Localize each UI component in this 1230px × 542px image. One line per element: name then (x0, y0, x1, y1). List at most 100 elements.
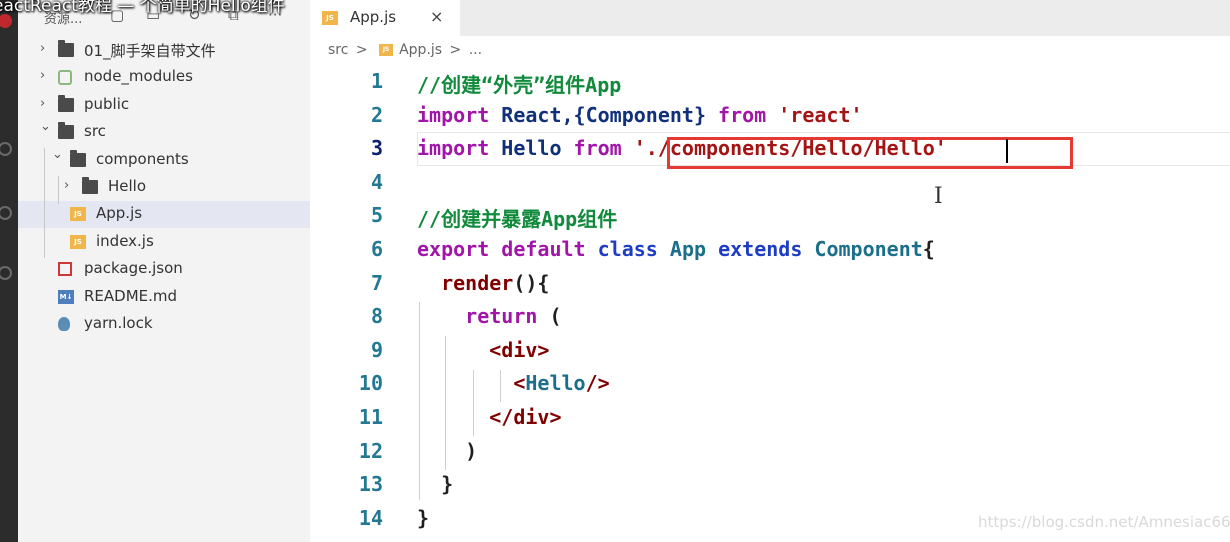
code-line[interactable]: 12 ) (310, 435, 1230, 469)
annotation-box (667, 137, 1073, 169)
tree-item[interactable]: yarn.lock (18, 311, 310, 338)
code-token: //创建并暴露App组件 (417, 207, 618, 232)
record-icon (0, 14, 12, 28)
indent-guide (44, 148, 45, 258)
tree-item-label: package.json (84, 259, 183, 278)
js-file-icon: JS (379, 44, 394, 56)
indent-guide (445, 336, 446, 470)
line-number: 4 (370, 169, 383, 194)
tree-item[interactable]: › node_modules (18, 64, 310, 91)
line-number: 13 (358, 472, 383, 497)
code-editor[interactable]: 1 //创建“外壳”组件App 2 import React,{Component} … (310, 65, 1230, 535)
line-number: 14 (358, 505, 383, 530)
tree-item[interactable]: ⌄ src (18, 119, 310, 146)
code-line[interactable]: 2 import React,{Component} from 'react' (310, 99, 1230, 133)
activity-icon[interactable] (0, 142, 12, 156)
code-token: ) (417, 438, 478, 463)
code-token: from (718, 102, 767, 127)
tab-app-js[interactable]: JS App.js × (310, 0, 460, 36)
code-token: < (417, 371, 526, 396)
npm-icon (58, 262, 72, 277)
js-file-icon: JS (322, 11, 338, 25)
chevron-right-icon[interactable]: › (40, 41, 45, 56)
code-token: } (417, 472, 454, 497)
nodejs-icon (58, 70, 72, 86)
breadcrumb-item[interactable]: src (328, 42, 348, 58)
code-line[interactable]: 5 //创建并暴露App组件 (310, 199, 1230, 233)
indent-guide (419, 302, 420, 500)
tree-item[interactable]: package.json (18, 256, 310, 283)
folder-icon (82, 177, 98, 194)
watermark: https://blog.csdn.net/Amnesiac666 (978, 513, 1230, 531)
breadcrumb-item[interactable]: App.js (399, 42, 442, 58)
tab-label: App.js (350, 8, 397, 26)
video-title-overlay: ReactReact教程 — 个简单的Hello组件 (0, 0, 285, 16)
tree-item[interactable]: › public (18, 92, 310, 119)
line-number: 1 (370, 69, 383, 93)
chevron-right-icon[interactable]: › (40, 96, 45, 111)
text-caret (1006, 139, 1008, 163)
tree-item[interactable]: ⌄ components (18, 147, 310, 174)
code-line[interactable]: 11 </div> (310, 401, 1230, 435)
ibeam-cursor-icon: I (934, 184, 943, 209)
tree-item[interactable]: M↓ README.md (18, 284, 310, 311)
tree-item[interactable]: JS App.js (18, 201, 310, 229)
code-line[interactable]: 4 (310, 166, 1230, 200)
tree-item-label: App.js (96, 204, 143, 223)
js-file-icon: JS (70, 234, 86, 249)
line-number: 7 (370, 270, 383, 295)
code-token: React,{Component} (489, 102, 719, 127)
code-line[interactable]: 6 export default class App extends Compon… (310, 233, 1230, 267)
code-line[interactable]: 1 //创建“外壳”组件App (310, 65, 1230, 99)
code-token: Hello (525, 371, 586, 396)
tree-item[interactable]: › 01_脚手架自带文件 (18, 37, 310, 64)
chevron-right-icon[interactable]: › (40, 68, 45, 83)
code-token: App (669, 237, 707, 261)
code-token: div (501, 337, 538, 362)
tree-item[interactable]: JS index.js (18, 229, 310, 256)
code-text: import React,{Component} from 'react' (417, 103, 863, 127)
tree-item[interactable]: › Hello (18, 174, 310, 201)
close-icon[interactable]: × (430, 7, 443, 26)
code-line[interactable]: 13 } (310, 468, 1230, 502)
code-line[interactable]: 8 return ( (310, 300, 1230, 334)
markdown-icon: M↓ (58, 289, 74, 304)
tree-item-label: public (84, 94, 130, 113)
breadcrumb-separator: > (355, 42, 368, 58)
code-line[interactable]: 7 render(){ (310, 267, 1230, 301)
tree-item-label: node_modules (84, 67, 193, 86)
chevron-down-icon[interactable]: ⌄ (40, 119, 51, 134)
tree-item-label: yarn.lock (84, 314, 153, 332)
activity-icon[interactable] (0, 206, 12, 220)
code-text: ) (417, 439, 477, 463)
breadcrumb-item[interactable]: ... (469, 42, 482, 58)
chevron-down-icon[interactable]: ⌄ (52, 147, 63, 162)
line-number: 12 (358, 438, 383, 463)
line-number: 10 (358, 371, 383, 396)
code-token: return (465, 304, 538, 329)
code-text: export default class App extends Compone… (417, 237, 935, 261)
yarn-icon (58, 317, 70, 331)
code-token: export (417, 237, 490, 261)
code-line[interactable]: 10 <Hello/> (310, 367, 1230, 401)
line-number: 6 (370, 237, 383, 261)
code-text: //创建“外壳”组件App (417, 69, 621, 98)
folder-icon (58, 122, 74, 140)
code-line[interactable]: 9 <div> (310, 334, 1230, 368)
code-token: 'react' (778, 102, 863, 127)
chevron-right-icon[interactable]: › (64, 178, 69, 193)
code-token: (){ (513, 270, 550, 295)
code-token: > (537, 337, 550, 362)
code-text: render(){ (417, 271, 549, 295)
explorer-sidebar: 资源... ▢ ▭ ↻ ⧉ ··· › 01_脚手架自带文件 › node_modul… (18, 0, 310, 542)
line-number: 3 (370, 136, 383, 161)
code-text: <div> (417, 338, 549, 362)
code-text: } (417, 506, 429, 530)
activity-icon[interactable] (0, 266, 12, 280)
